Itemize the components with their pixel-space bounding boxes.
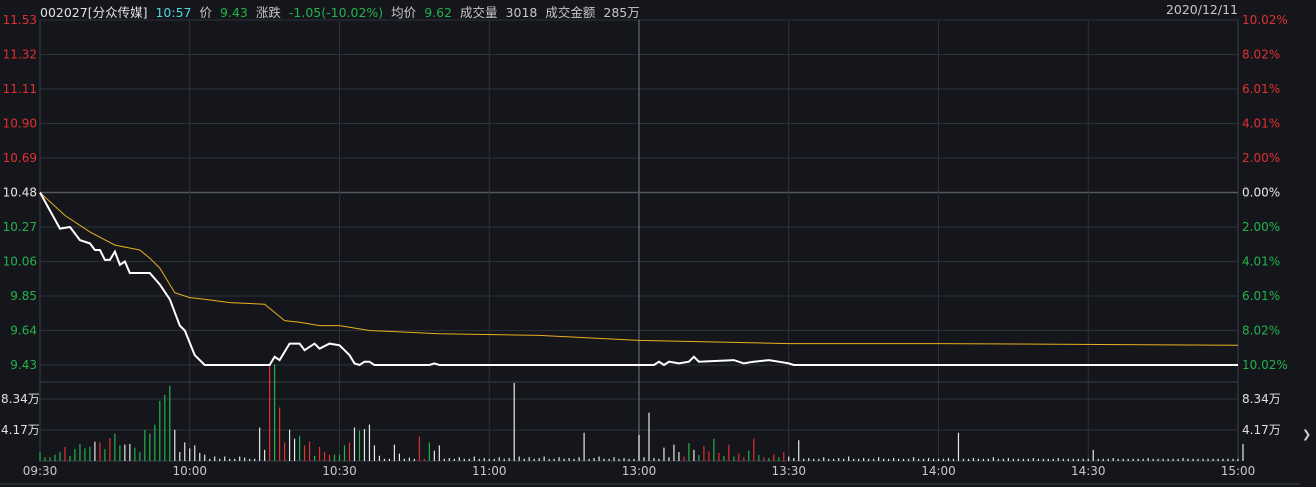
volume-tick-left: 4.17万 [1,423,40,437]
price-tick-left: 11.11 [3,82,37,96]
pct-tick-right: 6.01% [1242,82,1280,96]
pct-tick-right: 4.01% [1242,117,1280,131]
price-tick-left: 10.06 [3,255,37,269]
time-tick: 11:00 [472,464,507,478]
volume-tick-left: 8.34万 [1,392,40,406]
time-tick: 14:30 [1071,464,1106,478]
price-tick-left: 11.53 [3,13,37,27]
price-tick-left: 9.64 [10,324,37,338]
pct-tick-right: 8.02% [1242,324,1280,338]
pct-tick-right: 2.00% [1242,220,1280,234]
price-tick-left: 10.48 [3,186,37,200]
pct-tick-right: 2.00% [1242,151,1280,165]
price-tick-left: 9.85 [10,289,37,303]
time-tick: 13:00 [622,464,657,478]
price-tick-left: 10.69 [3,151,37,165]
price-tick-left: 10.27 [3,220,37,234]
volume-tick-right: 8.34万 [1242,392,1281,406]
time-tick: 10:00 [172,464,207,478]
time-tick: 10:30 [322,464,357,478]
volume-tick-right: 4.17万 [1242,423,1281,437]
time-tick: 15:00 [1221,464,1256,478]
pct-tick-right: 6.01% [1242,289,1280,303]
price-tick-left: 10.90 [3,117,37,131]
price-tick-left: 9.43 [10,358,37,372]
pct-tick-right: 10.02% [1242,13,1288,27]
chevron-right-icon[interactable]: ❯ [1302,428,1314,446]
pct-tick-right: 4.01% [1242,255,1280,269]
pct-tick-right: 8.02% [1242,48,1280,62]
time-tick: 13:30 [771,464,806,478]
pct-tick-right: 0.00% [1242,186,1280,200]
pct-tick-right: 10.02% [1242,358,1288,372]
intraday-chart[interactable]: 11.53 10.02% 11.32 8.02% 11.11 6.01% 10.90 4.01… [0,0,1316,487]
time-tick: 14:00 [921,464,956,478]
time-tick: 09:30 [23,464,58,478]
price-tick-left: 11.32 [3,48,37,62]
